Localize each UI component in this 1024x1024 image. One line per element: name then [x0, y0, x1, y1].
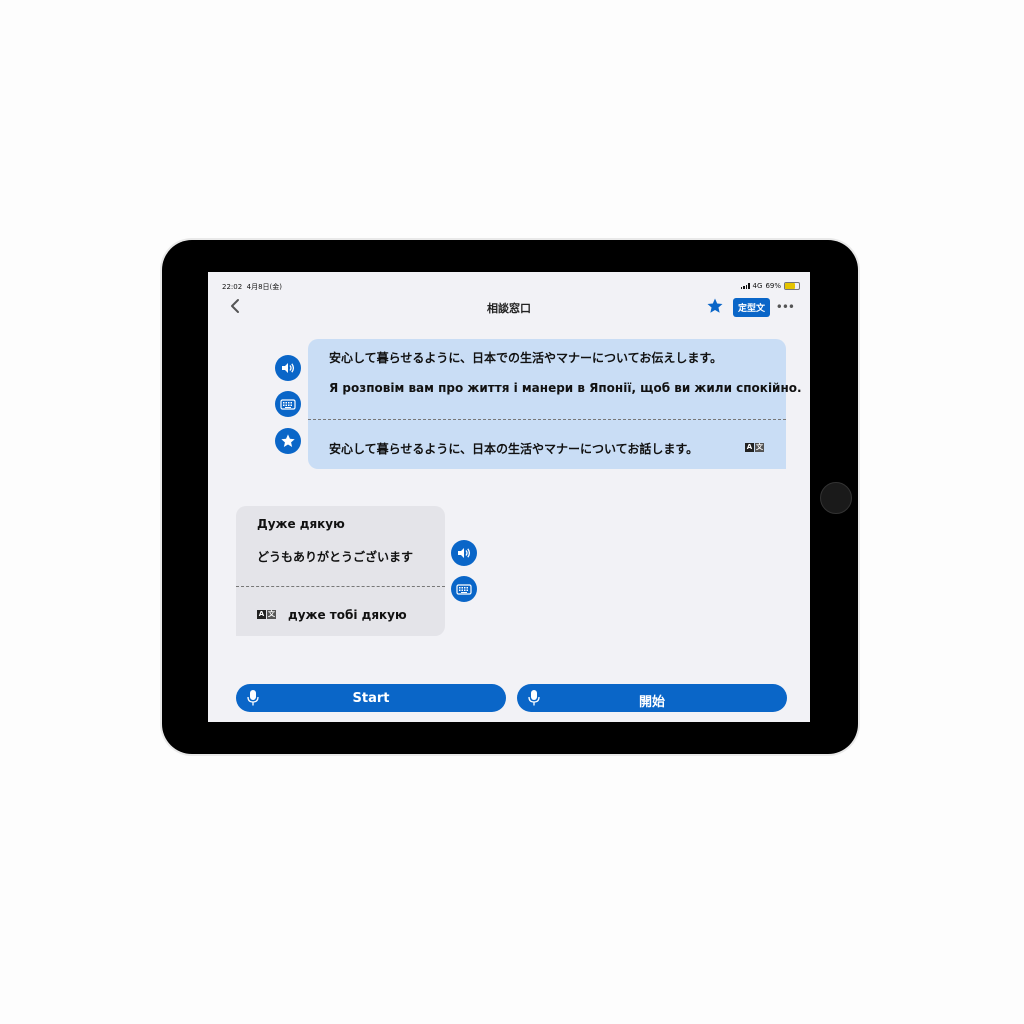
translate-icon: A文 — [257, 610, 276, 619]
speaker-button-2[interactable] — [451, 540, 477, 566]
start-button-japanese[interactable]: 開始 — [517, 684, 787, 712]
speaker-button-1[interactable] — [275, 355, 301, 381]
message-divider — [308, 419, 786, 420]
keyboard-button-2[interactable] — [451, 576, 477, 602]
start-button-label: Start — [352, 691, 390, 706]
battery-fill — [785, 283, 795, 289]
message-divider — [236, 586, 445, 587]
speaker-icon — [458, 548, 471, 558]
star-icon — [281, 434, 295, 447]
battery-icon — [784, 282, 800, 290]
keyboard-icon — [280, 399, 296, 410]
status-time-date: 22:02 4月8日(金) — [222, 282, 282, 292]
translate-icon: A文 — [745, 443, 764, 452]
signal-icon — [740, 283, 750, 289]
message-original-text: 安心して暮らせるように、日本での生活やマナーについてお伝えします。 — [329, 351, 723, 365]
more-options-icon[interactable]: ••• — [776, 300, 795, 314]
speaker-icon — [282, 363, 295, 373]
message-back-translation-text: дуже тобі дякую — [288, 608, 407, 622]
status-right: 4G 69% — [740, 282, 800, 290]
app-screen: 22:02 4月8日(金) 4G 69% 相談窓口 定型文 ••• 安心して暮ら… — [208, 272, 810, 722]
network-label: 4G — [752, 282, 763, 290]
status-time: 22:02 — [222, 283, 243, 291]
message-translation-text: Я розповім вам про життя і манери в Япон… — [329, 381, 802, 395]
message-bubble-outgoing: 安心して暮らせるように、日本での生活やマナーについてお伝えします。 Я розп… — [308, 339, 802, 469]
phrase-templates-button[interactable]: 定型文 — [732, 298, 770, 317]
message-bubble-incoming: Дуже дякую どうもありがとうございます A文 дуже тобі дя… — [236, 506, 445, 636]
message-original-text: Дуже дякую — [257, 517, 345, 531]
message-translation-text: どうもありがとうございます — [257, 550, 414, 564]
keyboard-icon — [456, 584, 472, 595]
home-button[interactable] — [820, 482, 852, 514]
status-date: 4月8日(金) — [246, 283, 283, 291]
keyboard-button-1[interactable] — [275, 391, 301, 417]
nav-bar: 相談窓口 定型文 ••• — [208, 294, 810, 318]
start-button-label: 開始 — [638, 695, 665, 710]
favorite-star-icon[interactable] — [706, 297, 724, 315]
star-button-1[interactable] — [275, 428, 301, 454]
start-button-ukrainian[interactable]: Start — [236, 684, 506, 712]
battery-label: 69% — [765, 282, 781, 290]
message-back-translation-text: 安心して暮らせるように、日本の生活やマナーについてお話します。 — [329, 442, 699, 456]
